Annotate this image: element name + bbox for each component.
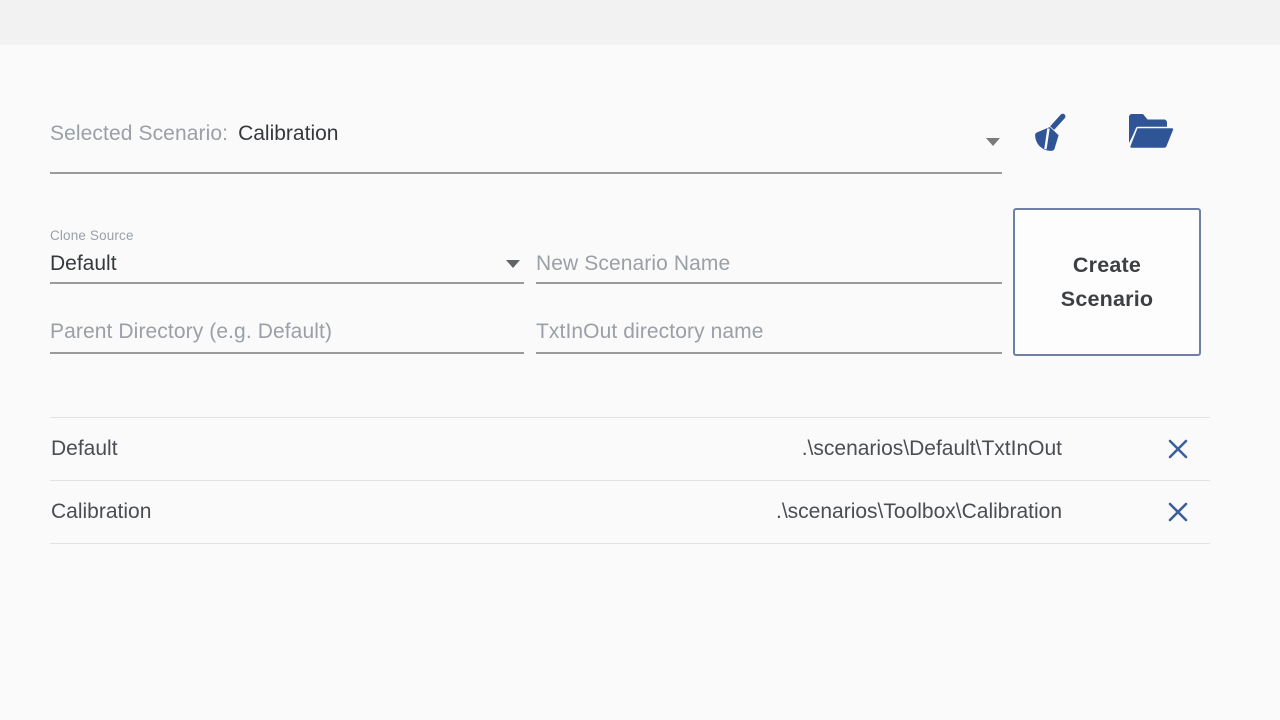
scenario-path: .\scenarios\Default\TxtInOut xyxy=(801,437,1062,460)
txtinout-directory-underline xyxy=(536,352,1002,354)
scenario-name: Default xyxy=(51,437,118,460)
txtinout-directory-placeholder: TxtInOut directory name xyxy=(536,320,764,343)
scenario-manager-panel: Selected Scenario: Calibration Clone Sou… xyxy=(0,0,1280,720)
broom-icon xyxy=(1035,113,1066,151)
txtinout-directory-input[interactable]: TxtInOut directory name xyxy=(536,298,1002,354)
chevron-down-icon[interactable] xyxy=(506,260,520,268)
scenario-table: Default .\scenarios\Default\TxtInOut Cal… xyxy=(50,417,1210,544)
open-project-folder-button[interactable] xyxy=(1118,100,1182,164)
selected-scenario-underline xyxy=(50,172,1002,174)
clone-source-underline xyxy=(50,282,524,284)
parent-directory-placeholder: Parent Directory (e.g. Default) xyxy=(50,320,333,343)
clean-scenarios-button[interactable] xyxy=(1016,100,1080,164)
close-icon xyxy=(1168,502,1188,522)
scenario-name: Calibration xyxy=(51,500,152,523)
table-row[interactable]: Calibration .\scenarios\Toolbox\Calibrat… xyxy=(50,481,1210,543)
selected-scenario-dropdown[interactable]: Selected Scenario: Calibration xyxy=(50,122,1002,174)
parent-directory-input[interactable]: Parent Directory (e.g. Default) xyxy=(50,298,524,354)
close-icon xyxy=(1168,439,1188,459)
new-scenario-name-input[interactable]: New Scenario Name xyxy=(536,228,1002,284)
delete-scenario-button[interactable] xyxy=(1150,421,1206,477)
scenario-path: .\scenarios\Toolbox\Calibration xyxy=(776,500,1062,523)
clone-source-label: Clone Source xyxy=(50,228,134,243)
selected-scenario-label: Selected Scenario: xyxy=(50,122,229,145)
folder-open-icon xyxy=(1128,114,1175,150)
top-strip xyxy=(0,0,1280,45)
delete-scenario-button[interactable] xyxy=(1150,484,1206,540)
create-scenario-button-label: Create Scenario xyxy=(1061,248,1153,317)
create-scenario-label-line1: Create xyxy=(1072,252,1142,277)
clone-source-value: Default xyxy=(50,252,117,275)
new-scenario-name-placeholder: New Scenario Name xyxy=(536,252,731,275)
create-scenario-label-line2: Scenario xyxy=(1060,287,1154,311)
clone-source-select[interactable]: Clone Source Default xyxy=(50,228,524,284)
create-scenario-button[interactable]: Create Scenario xyxy=(1013,208,1201,356)
chevron-down-icon[interactable] xyxy=(986,138,1000,146)
parent-directory-underline xyxy=(50,352,524,354)
table-divider-bottom xyxy=(50,543,1210,544)
selected-scenario-inner: Selected Scenario: Calibration xyxy=(50,122,1002,172)
table-row[interactable]: Default .\scenarios\Default\TxtInOut xyxy=(50,418,1210,480)
new-scenario-name-underline xyxy=(536,282,1002,284)
selected-scenario-value: Calibration xyxy=(238,122,339,145)
